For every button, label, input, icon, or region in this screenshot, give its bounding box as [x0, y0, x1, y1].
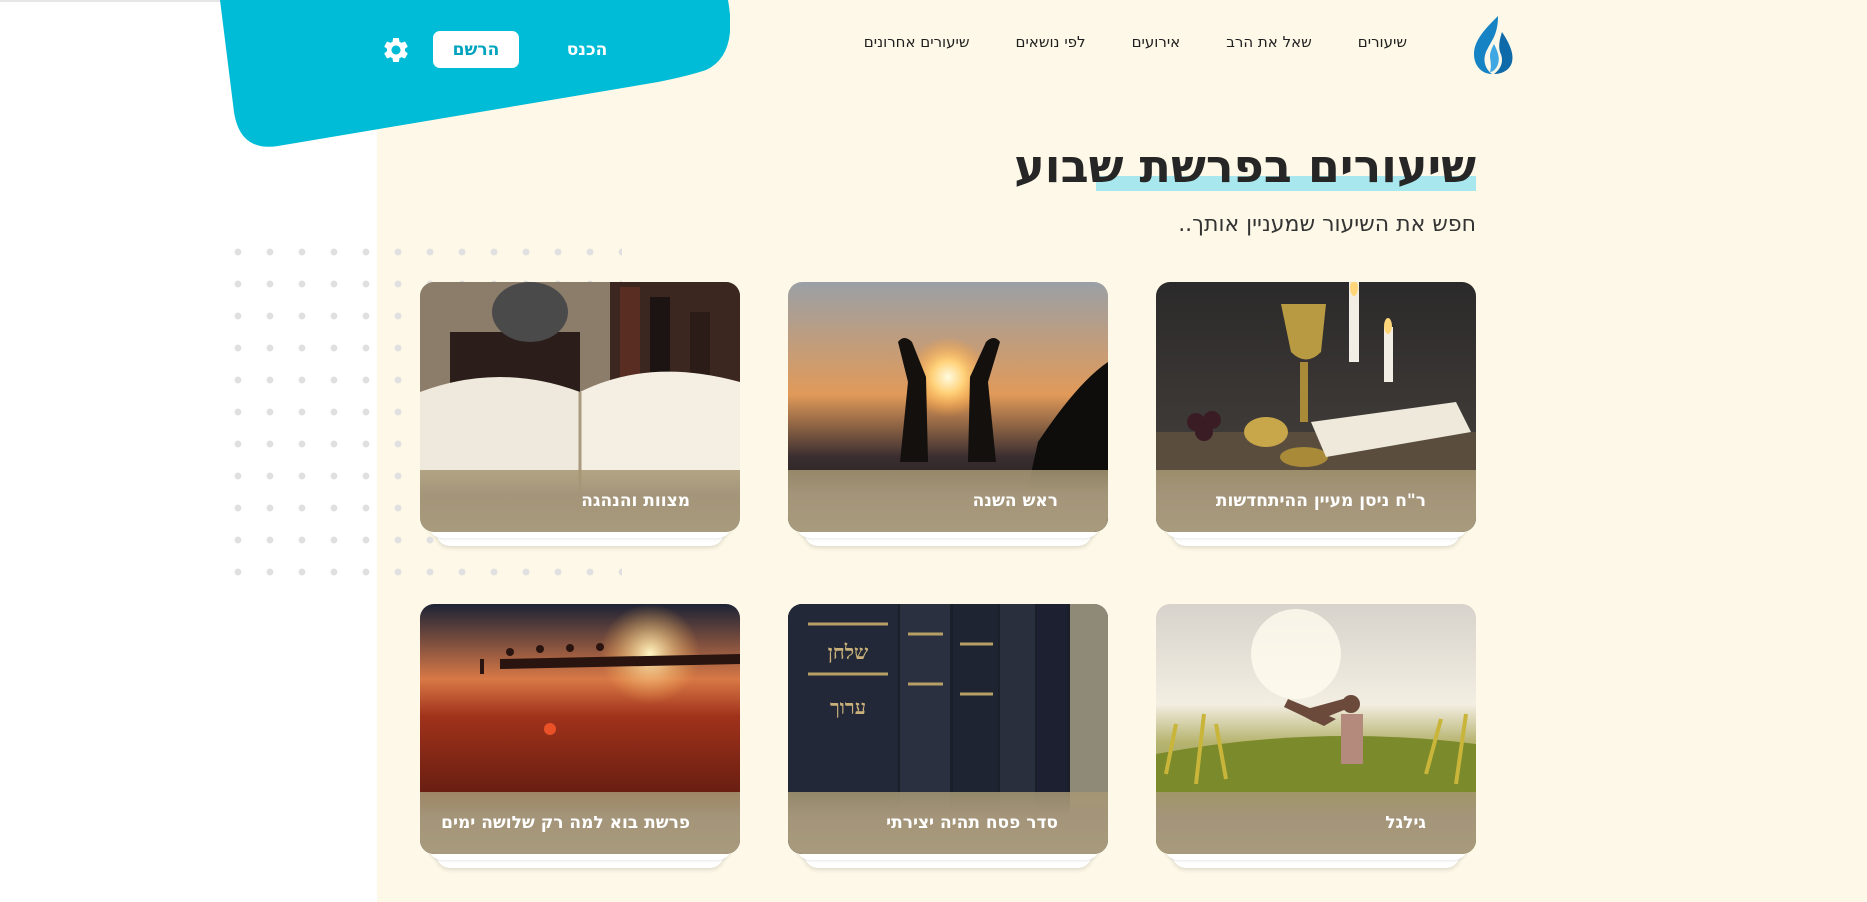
- nav-item-ask-rabbi[interactable]: שאל את הרב: [1226, 33, 1312, 51]
- lesson-card[interactable]: ראש השנה: [788, 282, 1108, 546]
- nav-item-by-topics[interactable]: לפי נושאים: [1016, 33, 1086, 51]
- page-subtitle: חפש את השיעור שמעניין אותך..: [1178, 212, 1476, 237]
- page-title-wrap: שיעורים בפרשת שבוע: [1014, 138, 1476, 194]
- main-nav: שיעורים אחרונים לפי נושאים אירועים שאל א…: [864, 33, 1407, 51]
- card-label: גילגל: [1156, 792, 1476, 854]
- card-label: ראש השנה: [788, 470, 1108, 532]
- register-button[interactable]: הרשם: [433, 31, 519, 68]
- page-title: שיעורים בפרשת שבוע: [1014, 139, 1476, 193]
- header-blob: [220, 0, 730, 147]
- lesson-card[interactable]: פרשת בוא למה רק שלושה ימים: [420, 604, 740, 868]
- gear-icon[interactable]: [381, 35, 411, 65]
- card-label: סדר פסח תהיה יצירתי: [788, 792, 1108, 854]
- nav-item-recent-lessons[interactable]: שיעורים אחרונים: [864, 33, 970, 51]
- lesson-card[interactable]: שלחן ערוך סדר פסח תהיה יצירתי: [788, 604, 1108, 868]
- lesson-card[interactable]: גילגל: [1156, 604, 1476, 868]
- svg-text:ערוך: ערוך: [830, 695, 866, 719]
- svg-text:שלחן: שלחן: [828, 640, 868, 664]
- nav-item-lessons[interactable]: שיעורים: [1358, 33, 1407, 51]
- card-label: ר"ח ניסן מעיין ההיתחדשות: [1156, 470, 1476, 532]
- lesson-card[interactable]: ר"ח ניסן מעיין ההיתחדשות: [1156, 282, 1476, 546]
- login-button[interactable]: הכנס: [556, 31, 618, 68]
- card-label: פרשת בוא למה רק שלושה ימים: [420, 792, 740, 854]
- card-label: מצוות והנהגה: [420, 470, 740, 532]
- nav-item-events[interactable]: אירועים: [1132, 33, 1181, 51]
- flame-logo-icon[interactable]: [1468, 14, 1518, 76]
- lesson-card[interactable]: מצוות והנהגה: [420, 282, 740, 546]
